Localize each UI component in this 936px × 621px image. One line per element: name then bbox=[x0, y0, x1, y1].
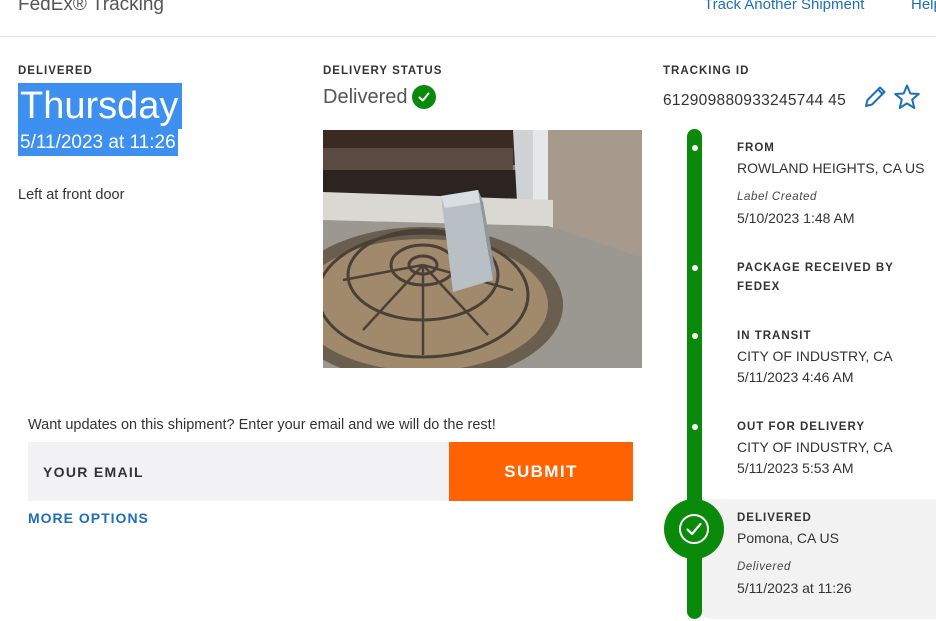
timeline-out-title: OUT FOR DELIVERY bbox=[737, 421, 866, 433]
delivery-day: Thursday bbox=[18, 83, 183, 129]
timeline-delivered-title: DELIVERED bbox=[737, 512, 812, 524]
timeline-dot bbox=[692, 265, 698, 271]
timeline-delivered-place: Pomona, CA US bbox=[737, 530, 839, 546]
timeline-from-time: 5/10/2023 1:48 AM bbox=[737, 210, 855, 226]
track-another-shipment-link[interactable]: Track Another Shipment bbox=[704, 0, 864, 13]
timeline-from-title: FROM bbox=[737, 142, 775, 154]
delivery-proof-photo[interactable] bbox=[323, 130, 642, 368]
email-updates-prompt: Want updates on this shipment? Enter you… bbox=[28, 417, 496, 433]
submit-button[interactable]: SUBMIT bbox=[449, 442, 633, 501]
delivery-status-label: DELIVERY STATUS bbox=[323, 65, 443, 77]
tracking-id-label: TRACKING ID bbox=[663, 65, 750, 77]
delivery-note: Left at front door bbox=[18, 187, 125, 203]
delivery-datetime: 5/11/2023 at 11:26 bbox=[18, 129, 178, 156]
delivered-label: DELIVERED bbox=[18, 65, 93, 77]
page-brand-title: FedEx® Tracking bbox=[18, 0, 164, 15]
check-circle-icon bbox=[664, 499, 724, 559]
tracking-id-value: 612909880933245744 45 bbox=[663, 92, 847, 109]
delivery-status-value: Delivered bbox=[323, 86, 408, 108]
check-circle-icon bbox=[412, 85, 436, 109]
email-input[interactable] bbox=[28, 442, 449, 501]
timeline-delivered-time: 5/11/2023 at 11:26 bbox=[737, 580, 852, 596]
timeline-delivered-note: Delivered bbox=[737, 561, 791, 573]
help-link[interactable]: Help bbox=[911, 0, 936, 13]
timeline-transit-place: CITY OF INDUSTRY, CA bbox=[737, 348, 893, 364]
timeline-from-note: Label Created bbox=[737, 191, 818, 203]
star-icon[interactable] bbox=[893, 83, 921, 111]
timeline-dot bbox=[692, 145, 698, 151]
timeline-dot bbox=[692, 333, 698, 339]
timeline-dot bbox=[692, 424, 698, 430]
timeline-received-title: PACKAGE RECEIVED BY FEDEX bbox=[737, 262, 894, 293]
timeline-from-place: ROWLAND HEIGHTS, CA US bbox=[737, 160, 925, 176]
timeline-transit-time: 5/11/2023 4:46 AM bbox=[737, 369, 854, 385]
timeline-out-place: CITY OF INDUSTRY, CA bbox=[737, 439, 893, 455]
timeline-out-time: 5/11/2023 5:53 AM bbox=[737, 460, 854, 476]
more-options-link[interactable]: MORE OPTIONS bbox=[28, 510, 149, 526]
pencil-icon[interactable] bbox=[862, 84, 888, 110]
timeline-transit-title: IN TRANSIT bbox=[737, 330, 812, 342]
